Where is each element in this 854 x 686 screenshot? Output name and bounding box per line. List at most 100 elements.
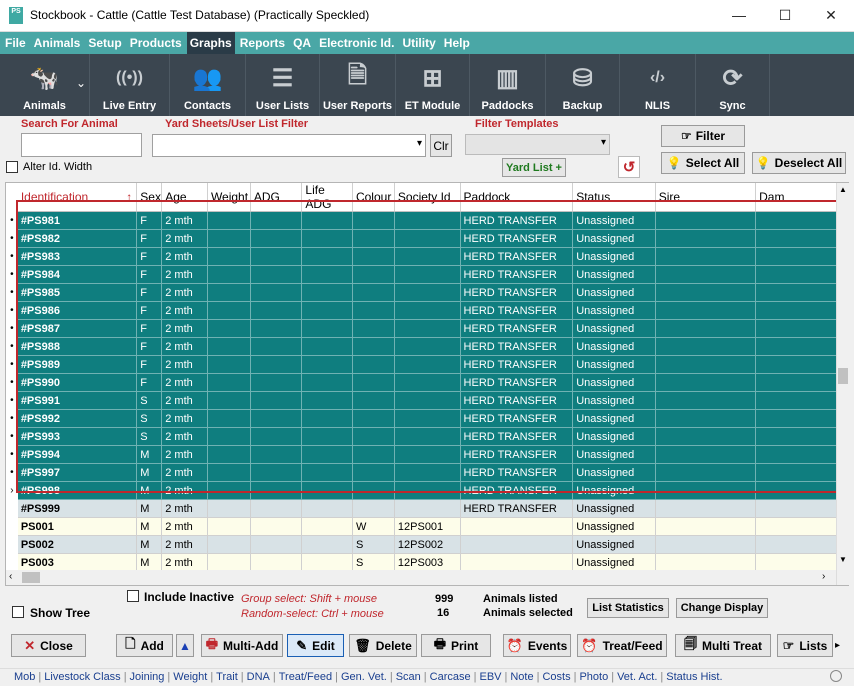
reset-filter-icon[interactable]: ↺	[618, 156, 640, 178]
action-delete-button[interactable]: 🗑 Delete	[349, 634, 417, 657]
action-edit-button[interactable]: ✎ Edit	[287, 634, 344, 657]
table-row[interactable]: • #PS997 M 2 mth HERD TRANSFER Unassigned	[6, 463, 848, 482]
column-header-status[interactable]: Status	[572, 183, 656, 212]
link-photo[interactable]: Photo	[579, 671, 608, 683]
close-window-button[interactable]: ✕	[808, 0, 854, 30]
menu-qa[interactable]: QA	[290, 32, 314, 54]
chevron-down-icon[interactable]: ⌄	[76, 76, 86, 90]
change-display-button[interactable]: Change Display	[676, 598, 768, 618]
column-header-identification[interactable]: Identification ↑	[17, 183, 138, 212]
menu-file[interactable]: File	[2, 32, 29, 54]
select-all-button[interactable]: 💡 Select All	[661, 152, 745, 174]
scroll-left-icon[interactable]: ‹	[9, 571, 12, 582]
table-row[interactable]: • #PS990 F 2 mth HERD TRANSFER Unassigned	[6, 373, 848, 392]
yard-filter-select[interactable]: ▾	[152, 134, 426, 157]
link-dna[interactable]: DNA	[247, 671, 270, 683]
table-row[interactable]: • #PS992 S 2 mth HERD TRANSFER Unassigned	[6, 409, 848, 428]
toolbar-people[interactable]: 👥 Contacts	[170, 54, 246, 116]
menu-electronicid[interactable]: Electronic Id.	[316, 32, 397, 54]
link-ebv[interactable]: EBV	[479, 671, 501, 683]
clear-button[interactable]: Clr	[430, 134, 452, 157]
animal-grid[interactable]: Identification ↑ Sex Age Weight ADG Life ADG Co…	[5, 182, 849, 586]
table-row[interactable]: • #PS993 S 2 mth HERD TRANSFER Unassigned	[6, 427, 848, 446]
link-joining[interactable]: Joining	[130, 671, 165, 683]
table-row[interactable]: • #PS988 F 2 mth HERD TRANSFER Unassigned	[6, 337, 848, 356]
link-genvet[interactable]: Gen. Vet.	[341, 671, 387, 683]
more-actions-icon[interactable]: ▸	[835, 634, 845, 657]
deselect-all-button[interactable]: 💡 Deselect All	[752, 152, 846, 174]
table-row[interactable]: PS002 M 2 mth S 12PS002 Unassigned	[6, 535, 848, 554]
action-treatfeed-button[interactable]: ⏰ Treat/Feed	[577, 634, 667, 657]
action-lists-button[interactable]: ☞ Lists	[777, 634, 833, 657]
link-note[interactable]: Note	[510, 671, 533, 683]
toolbar-nlis[interactable]: ‹/› NLIS	[620, 54, 696, 116]
show-tree-checkbox[interactable]	[12, 606, 24, 618]
menu-products[interactable]: Products	[127, 32, 185, 54]
scroll-right-icon[interactable]: ›	[822, 571, 825, 582]
scroll-up-icon[interactable]: ▲	[839, 185, 847, 194]
toolbar-fence[interactable]: ▥ Paddocks	[470, 54, 546, 116]
link-vetact[interactable]: Vet. Act.	[617, 671, 657, 683]
column-header-dam[interactable]: Dam	[755, 183, 844, 212]
column-header-age[interactable]: Age	[161, 183, 208, 212]
menu-animals[interactable]: Animals	[31, 32, 84, 54]
link-scan[interactable]: Scan	[396, 671, 421, 683]
toolbar-tree[interactable]: ⊞ ET Module	[396, 54, 470, 116]
filter-templates-select[interactable]: ▾	[465, 134, 610, 155]
minimize-button[interactable]: —	[716, 0, 762, 30]
table-row[interactable]: • #PS991 S 2 mth HERD TRANSFER Unassigned	[6, 391, 848, 410]
scroll-down-icon[interactable]: ▼	[839, 555, 847, 564]
link-statushist[interactable]: Status Hist.	[666, 671, 722, 683]
vertical-scrollbar[interactable]: ▲ ▼	[836, 183, 849, 585]
column-header-paddock[interactable]: Paddock	[460, 183, 574, 212]
column-header-colour[interactable]: Colour	[352, 183, 395, 212]
menu-graphs[interactable]: Graphs	[186, 32, 235, 54]
column-header-lifeadg[interactable]: Life ADG	[301, 183, 353, 212]
link-livestockclass[interactable]: Livestock Class	[44, 671, 120, 683]
link-weight[interactable]: Weight	[173, 671, 207, 683]
column-header-weight[interactable]: Weight	[207, 183, 251, 212]
action-multiadd-button[interactable]: 🖶 Multi-Add	[201, 634, 283, 657]
menu-help[interactable]: Help	[441, 32, 473, 54]
table-row[interactable]: • #PS989 F 2 mth HERD TRANSFER Unassigned	[6, 355, 848, 374]
maximize-button[interactable]: ☐	[762, 0, 808, 30]
table-row[interactable]: • #PS987 F 2 mth HERD TRANSFER Unassigned	[6, 319, 848, 338]
menu-utility[interactable]: Utility	[399, 32, 438, 54]
column-header-societyid[interactable]: Society Id	[394, 183, 461, 212]
menu-setup[interactable]: Setup	[85, 32, 124, 54]
add-dropdown-icon[interactable]: ▲	[176, 634, 194, 657]
table-row[interactable]: › #PS998 M 2 mth HERD TRANSFER Unassigned	[6, 481, 848, 500]
list-statistics-button[interactable]: List Statistics	[587, 598, 669, 618]
table-row[interactable]: PS003 M 2 mth S 12PS003 Unassigned	[6, 553, 848, 572]
filter-button[interactable]: ☞ Filter	[661, 125, 745, 147]
action-add-button[interactable]: 🗋 Add	[116, 634, 173, 657]
column-header-adg[interactable]: ADG	[250, 183, 303, 212]
toolbar-list[interactable]: ☰ User Lists	[246, 54, 320, 116]
column-header-sex[interactable]: Sex	[136, 183, 163, 212]
include-inactive-checkbox[interactable]	[127, 590, 139, 602]
action-close-button[interactable]: ✕ Close	[11, 634, 86, 657]
column-header-sire[interactable]: Sire	[655, 183, 757, 212]
toolbar-sync[interactable]: ⟳ Sync	[696, 54, 770, 116]
link-mob[interactable]: Mob	[14, 671, 35, 683]
action-events-button[interactable]: ⏰ Events	[503, 634, 571, 657]
toolbar-database[interactable]: ⛁ Backup	[546, 54, 620, 116]
horizontal-scrollbar[interactable]: ‹ ›	[6, 570, 836, 585]
toolbar-signal[interactable]: ((•)) Live Entry	[90, 54, 170, 116]
table-row[interactable]: #PS999 M 2 mth HERD TRANSFER Unassigned	[6, 499, 848, 518]
yard-list-button[interactable]: Yard List +	[502, 158, 566, 177]
link-carcase[interactable]: Carcase	[430, 671, 471, 683]
link-trait[interactable]: Trait	[216, 671, 238, 683]
table-row[interactable]: PS001 M 2 mth W 12PS001 Unassigned	[6, 517, 848, 536]
table-row[interactable]: • #PS986 F 2 mth HERD TRANSFER Unassigned	[6, 301, 848, 320]
table-row[interactable]: • #PS981 F 2 mth HERD TRANSFER Unassigned	[6, 211, 848, 230]
search-input[interactable]	[21, 133, 142, 157]
scroll-thumb[interactable]	[838, 368, 848, 384]
table-row[interactable]: • #PS994 M 2 mth HERD TRANSFER Unassigned	[6, 445, 848, 464]
action-print-button[interactable]: 🖶 Print	[421, 634, 491, 657]
table-row[interactable]: • #PS982 F 2 mth HERD TRANSFER Unassigned	[6, 229, 848, 248]
h-scroll-thumb[interactable]	[22, 572, 40, 583]
link-costs[interactable]: Costs	[542, 671, 570, 683]
alter-id-checkbox[interactable]	[6, 161, 18, 173]
action-multitreat-button[interactable]: 🗐 Multi Treat	[675, 634, 771, 657]
